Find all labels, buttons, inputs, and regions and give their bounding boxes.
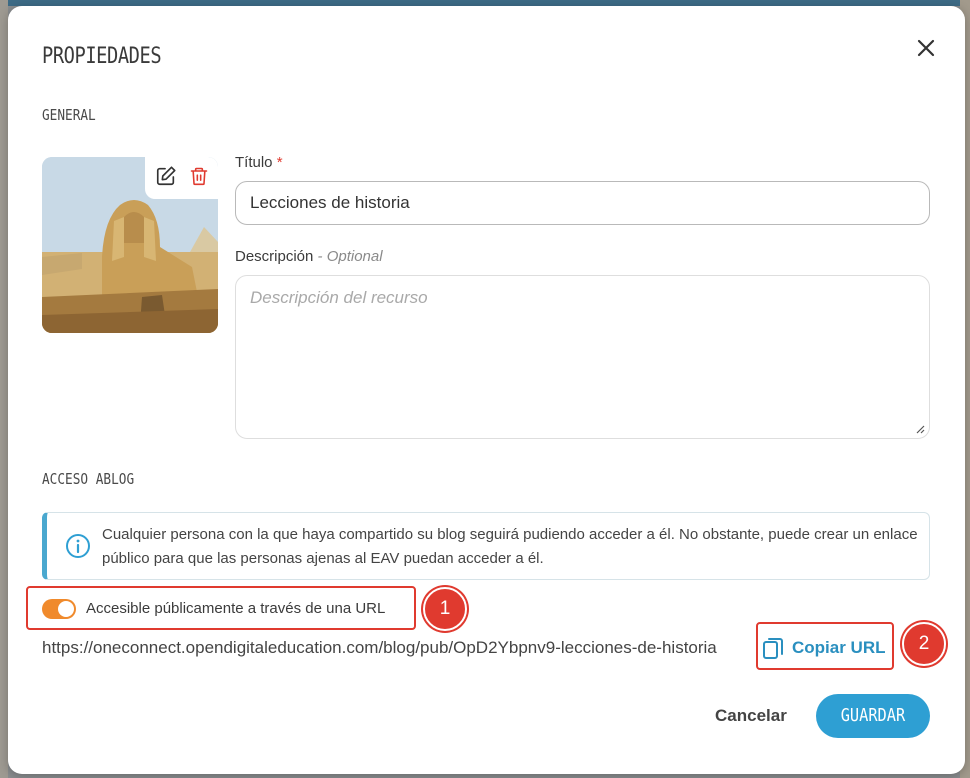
resize-grip-icon[interactable]: [915, 424, 925, 434]
section-label-access: ACCESO ABLOG: [42, 470, 135, 488]
save-button-label: GUARDAR: [840, 705, 906, 726]
title-label-text: Título: [235, 154, 273, 171]
description-label: Descripción - Optional: [235, 248, 383, 265]
description-textarea[interactable]: Descripción del recurso: [235, 275, 930, 439]
delete-thumbnail-button[interactable]: [189, 165, 209, 192]
required-mark: *: [276, 154, 283, 171]
info-text: Cualquier persona con la que haya compar…: [102, 526, 918, 567]
copy-url-button[interactable]: Copiar URL: [762, 634, 894, 662]
description-label-text: Descripción: [235, 248, 314, 265]
annotation-badge-1: 1: [423, 587, 467, 631]
info-icon: [66, 534, 90, 558]
info-alert: Cualquier persona con la que haya compar…: [42, 512, 930, 580]
public-access-label: Accesible públicamente a través de una U…: [86, 600, 386, 617]
properties-modal: PROPIEDADES GENERAL Título * Lecciones d…: [8, 6, 965, 774]
annotation-badge-2: 2: [902, 622, 946, 666]
save-button[interactable]: GUARDAR: [816, 694, 930, 738]
cancel-button[interactable]: Cancelar: [715, 706, 787, 726]
public-url: https://oneconnect.opendigitaleducation.…: [42, 638, 717, 657]
copy-icon: [763, 638, 783, 659]
trash-icon: [190, 167, 207, 185]
title-input[interactable]: Lecciones de historia: [235, 181, 930, 225]
close-icon: [917, 39, 935, 57]
description-placeholder: Descripción del recurso: [250, 288, 428, 307]
copy-url-label: Copiar URL: [792, 638, 886, 657]
thumbnail-tools: [145, 157, 218, 199]
edit-icon: [156, 165, 176, 185]
optional-label: - Optional: [317, 248, 383, 265]
toggle-knob: [58, 601, 74, 617]
title-label: Título *: [235, 154, 283, 171]
modal-title: PROPIEDADES: [42, 44, 162, 69]
close-button[interactable]: [914, 36, 938, 60]
section-label-general: GENERAL: [42, 106, 96, 124]
edit-thumbnail-button[interactable]: [155, 165, 177, 192]
public-access-toggle[interactable]: [42, 599, 76, 619]
background-left-edge: [0, 0, 8, 778]
